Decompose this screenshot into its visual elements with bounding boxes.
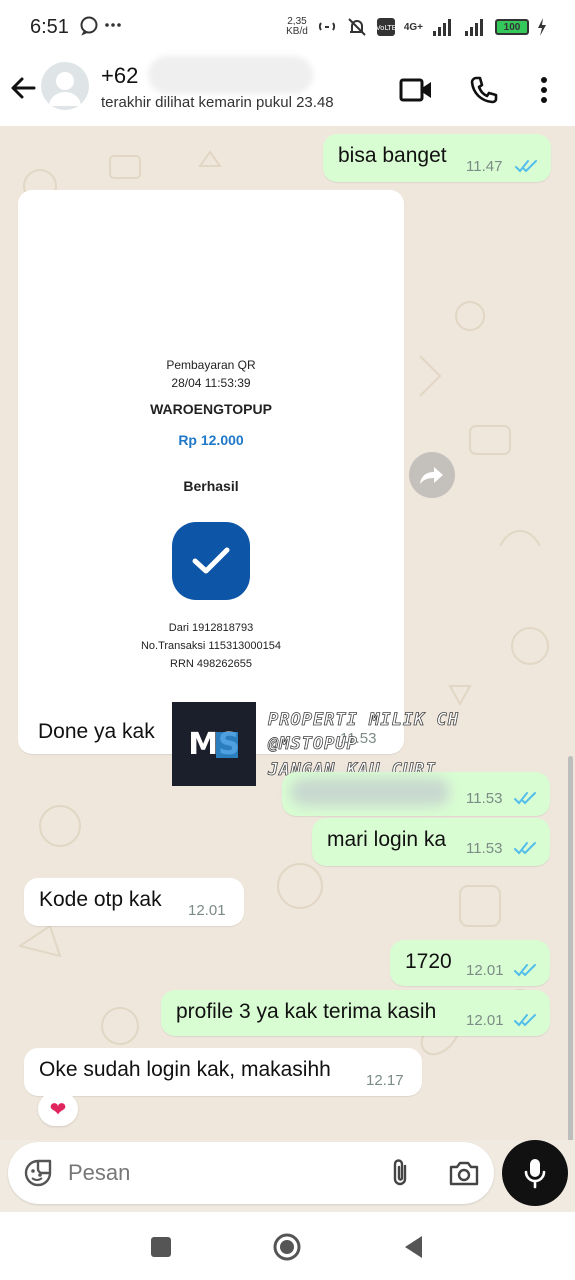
square-icon: [151, 1237, 171, 1257]
svg-text:VoLTE: VoLTE: [376, 24, 396, 32]
voice-message-button[interactable]: [502, 1140, 568, 1206]
receipt-merchant: WAROENGTOPUP: [150, 401, 272, 417]
status-time: 6:51: [30, 16, 69, 38]
message-time: 11.53: [466, 840, 503, 857]
read-ticks-icon: [514, 1014, 536, 1027]
volte-icon: VoLTE: [376, 18, 396, 36]
circle-home-icon: [273, 1233, 301, 1261]
video-call-button[interactable]: [398, 72, 434, 108]
watermark-line-2: @MSTOPUP: [268, 734, 358, 755]
success-check-icon: [172, 522, 250, 600]
chat-area[interactable]: bisa banget 11.47 Pembayaran QR 28/04 11…: [0, 126, 575, 1140]
read-ticks-icon: [514, 964, 536, 977]
payment-receipt-image[interactable]: Pembayaran QR 28/04 11:53:39 WAROENGTOPU…: [24, 196, 398, 730]
message-text: profile 3 ya kak terima kasih: [176, 1000, 437, 1023]
status-right-icons: 2,35 KB/d VoLTE 4G+ 100: [286, 16, 547, 38]
message-text: Oke sudah login kak, makasihh: [39, 1058, 331, 1081]
redacted-text: [290, 778, 450, 806]
triangle-back-icon: [405, 1236, 422, 1258]
network-speed: 2,35 KB/d: [286, 17, 308, 37]
message-text: Kode otp kak: [39, 888, 162, 911]
more-options-button[interactable]: [526, 72, 562, 108]
speed-unit: KB/d: [286, 26, 308, 37]
signal-icon-2: [465, 19, 483, 36]
receipt-type: Pembayaran QR: [166, 358, 256, 372]
video-camera-icon: [399, 78, 431, 102]
camera-icon: [449, 1161, 479, 1186]
paperclip-icon: [393, 1159, 407, 1186]
message-input-bar[interactable]: Pesan: [8, 1142, 494, 1204]
receipt-from: Dari 1912818793: [168, 622, 254, 634]
receipt-rrn: RRN 498262655: [170, 658, 252, 670]
voice-call-button[interactable]: [466, 72, 502, 108]
message-incoming[interactable]: Kode otp kak 12.01: [24, 878, 244, 926]
watermark-logo: MS: [172, 702, 256, 786]
signal-icon-1: [433, 19, 451, 36]
message-outgoing[interactable]: profile 3 ya kak terima kasih 12.01: [161, 990, 550, 1036]
forward-button[interactable]: [409, 452, 455, 498]
watermark-line-1: PROPERTI MILIK CH: [268, 710, 459, 731]
network-type: 4G+: [403, 21, 423, 33]
chat-header: +62 terakhir dilihat kemarin pukul 23.48: [0, 56, 575, 126]
forward-icon: [420, 467, 443, 484]
checkmark-icon: [192, 547, 230, 574]
heart-reaction-icon[interactable]: ❤: [38, 1092, 78, 1126]
redacted-name: [148, 56, 313, 94]
whatsapp-notification-icon: [80, 16, 121, 36]
default-avatar-icon: [49, 72, 81, 106]
home-button[interactable]: [272, 1232, 302, 1262]
receipt-status: Berhasil: [183, 478, 239, 494]
recents-button[interactable]: [146, 1232, 176, 1262]
back-button[interactable]: [8, 72, 40, 104]
receipt-datetime: 28/04 11:53:39: [171, 376, 251, 390]
message-outgoing[interactable]: 1720 12.01: [390, 940, 550, 986]
scrollbar[interactable]: [568, 756, 573, 1140]
message-incoming[interactable]: Oke sudah login kak, makasihh 12.17: [24, 1048, 422, 1096]
read-ticks-icon: [514, 842, 536, 855]
status-notification-icons: [80, 14, 124, 41]
contact-name[interactable]: +62: [101, 63, 138, 89]
message-time: 12.01: [466, 1012, 504, 1029]
message-time: 12.01: [188, 902, 226, 919]
message-text: bisa banget: [338, 144, 447, 167]
hotspot-icon: [318, 22, 335, 31]
status-bar: 6:51 2,35 KB/d VoLTE 4G+ 100: [0, 0, 575, 56]
phone-icon: [470, 76, 498, 104]
more-vertical-icon: [541, 77, 547, 103]
message-caption: Done ya kak: [38, 720, 155, 743]
receipt-amount: Rp 12.000: [178, 432, 244, 448]
back-nav-button[interactable]: [398, 1232, 428, 1262]
message-time: 11.53: [466, 790, 503, 807]
charging-icon: [538, 18, 546, 36]
emoji-sticker-button[interactable]: [22, 1157, 54, 1189]
message-outgoing[interactable]: bisa banget 11.47: [323, 134, 551, 182]
system-navigation-bar: [0, 1212, 575, 1280]
last-seen-status: terakhir dilihat kemarin pukul 23.48: [101, 94, 334, 111]
ms-logo-icon: MS: [188, 727, 239, 762]
receipt-transaction: No.Transaksi 115313000154: [140, 640, 282, 652]
camera-button[interactable]: [448, 1157, 480, 1189]
message-input[interactable]: Pesan: [68, 1160, 130, 1186]
contact-avatar[interactable]: [41, 62, 89, 110]
mute-icon: [348, 18, 366, 36]
message-time: 12.01: [466, 962, 504, 979]
microphone-icon: [524, 1159, 546, 1189]
message-text: 1720: [405, 950, 452, 973]
message-text: mari login ka: [327, 828, 447, 851]
sticker-icon: [24, 1159, 52, 1187]
message-time: 12.17: [366, 1072, 404, 1089]
read-ticks-icon: [515, 160, 537, 173]
message-outgoing[interactable]: mari login ka 11.53: [312, 818, 550, 866]
battery-icon: 100: [495, 19, 529, 35]
arrow-left-icon: [11, 77, 36, 99]
message-time: 11.47: [466, 158, 503, 175]
read-ticks-icon: [514, 792, 536, 805]
attach-button[interactable]: [384, 1157, 416, 1189]
